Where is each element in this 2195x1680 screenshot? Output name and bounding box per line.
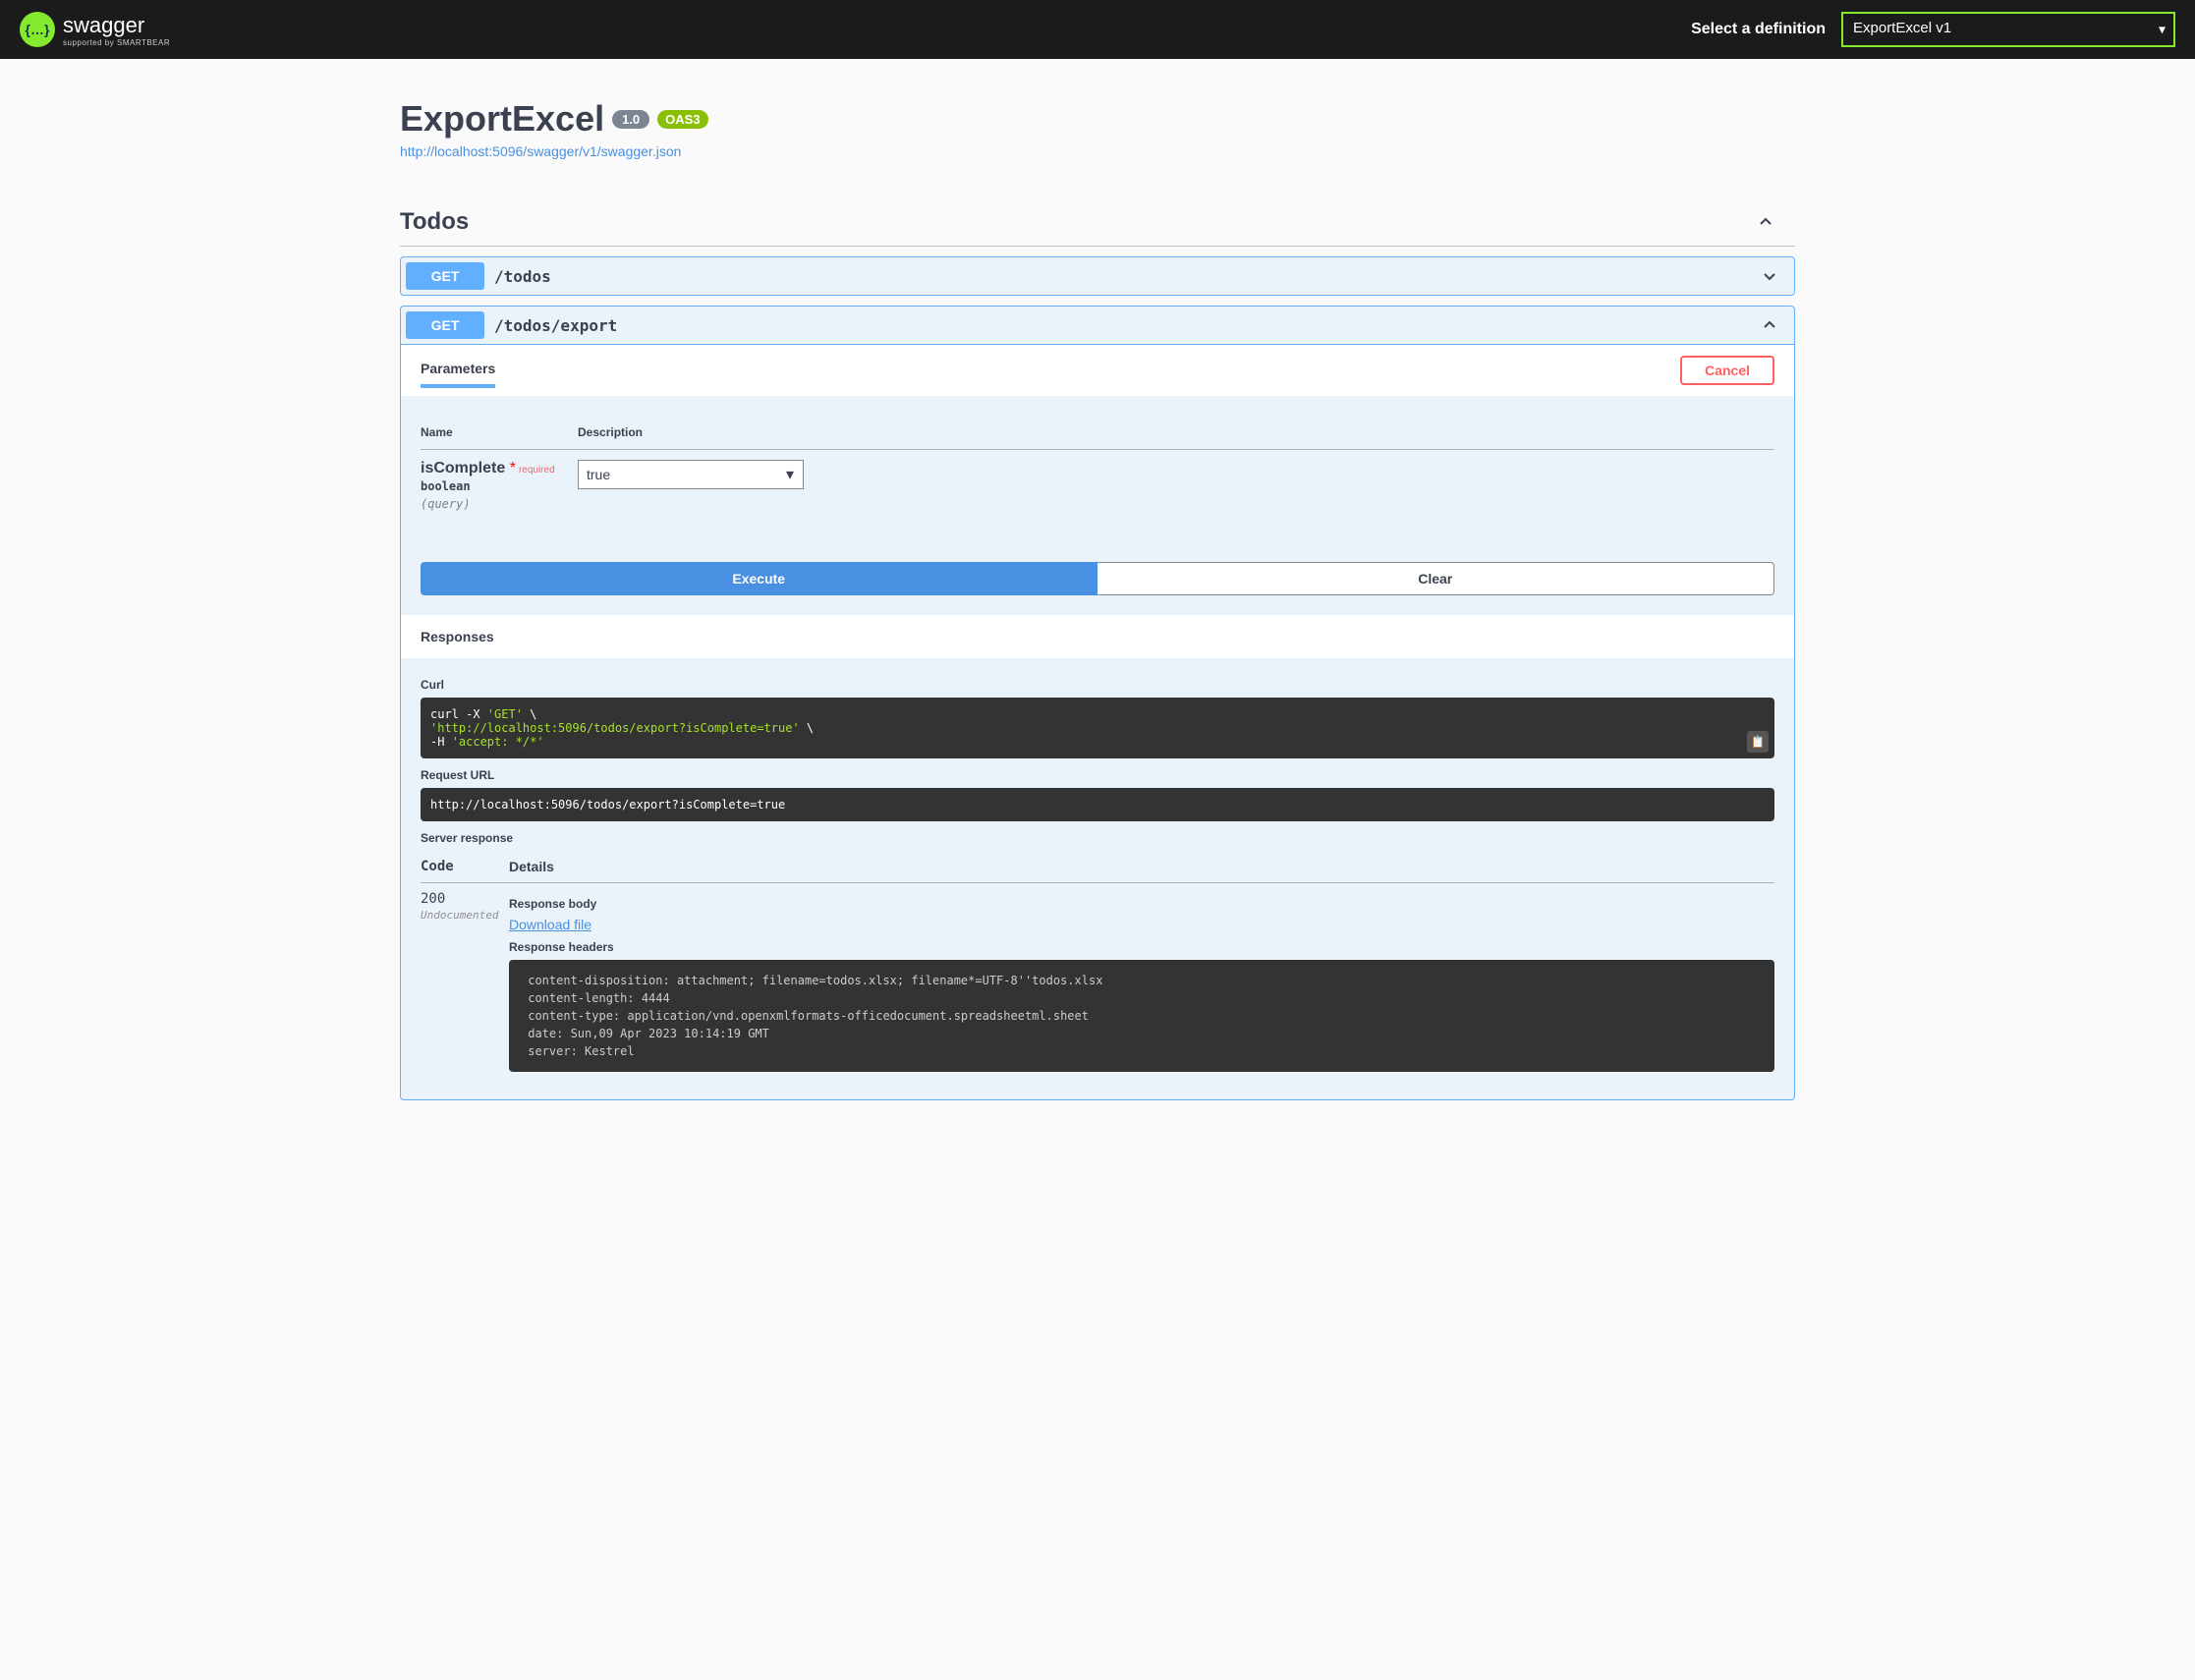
- cancel-button[interactable]: Cancel: [1680, 356, 1774, 385]
- api-title: ExportExcel 1.0 OAS3: [400, 98, 708, 140]
- version-badge: 1.0: [612, 110, 649, 129]
- operation-summary[interactable]: GET /todos/export: [401, 307, 1794, 344]
- clear-button[interactable]: Clear: [1098, 562, 1775, 595]
- chevron-up-icon: [1760, 315, 1779, 335]
- responses-header: Responses: [401, 615, 1794, 658]
- param-name: isComplete: [421, 460, 505, 476]
- param-type: boolean: [421, 479, 471, 493]
- api-title-text: ExportExcel: [400, 98, 604, 140]
- chevron-down-icon: [1760, 266, 1779, 286]
- operation-path: /todos/export: [494, 316, 1760, 335]
- col-code: Code: [421, 851, 509, 883]
- topbar: {…} swagger supported by SMARTBEAR Selec…: [0, 0, 2195, 59]
- required-star: *: [510, 460, 516, 476]
- param-value-select[interactable]: true: [578, 460, 804, 489]
- param-row: isComplete *required boolean (query) tru…: [421, 450, 1774, 524]
- required-label: required: [519, 465, 555, 476]
- response-code: 200: [421, 891, 445, 907]
- method-badge-get: GET: [406, 262, 484, 290]
- undocumented-label: Undocumented: [421, 909, 498, 922]
- responses-label: Responses: [421, 629, 1774, 644]
- chevron-up-icon: [1756, 212, 1775, 232]
- operation-path: /todos: [494, 267, 1760, 286]
- tag-header[interactable]: Todos: [400, 198, 1795, 247]
- request-url-label: Request URL: [421, 768, 1774, 782]
- tag-name: Todos: [400, 208, 1756, 236]
- col-details: Details: [509, 851, 1774, 883]
- operation-summary[interactable]: GET /todos: [401, 257, 1794, 295]
- info-section: ExportExcel 1.0 OAS3 http://localhost:50…: [400, 98, 1795, 159]
- execute-button[interactable]: Execute: [421, 562, 1098, 595]
- logo-subtext: supported by SMARTBEAR: [63, 38, 170, 47]
- parameters-bar: Parameters Cancel: [401, 344, 1794, 396]
- operation-get-todos-export: GET /todos/export Parameters Cancel Name: [400, 306, 1795, 1100]
- col-name: Name: [421, 416, 578, 450]
- response-table: Code Details 200 Undocumented: [421, 851, 1774, 1080]
- swagger-icon: {…}: [20, 12, 55, 47]
- request-url-block: http://localhost:5096/todos/export?isCom…: [421, 788, 1774, 821]
- method-badge-get: GET: [406, 311, 484, 339]
- operation-get-todos: GET /todos: [400, 256, 1795, 296]
- logo: {…} swagger supported by SMARTBEAR: [20, 12, 170, 47]
- response-row: 200 Undocumented Response body Download …: [421, 883, 1774, 1081]
- col-description: Description: [578, 416, 1774, 450]
- oas-badge: OAS3: [657, 110, 707, 129]
- copy-icon[interactable]: 📋: [1747, 731, 1769, 753]
- logo-text: swagger: [63, 13, 170, 38]
- server-response-label: Server response: [421, 831, 1774, 845]
- parameters-tab[interactable]: Parameters: [421, 353, 495, 388]
- response-headers-block: content-disposition: attachment; filenam…: [509, 960, 1774, 1072]
- spec-url-link[interactable]: http://localhost:5096/swagger/v1/swagger…: [400, 143, 1795, 159]
- curl-label: Curl: [421, 678, 1774, 692]
- parameters-table: Name Description isComplete *required bo…: [421, 416, 1774, 523]
- definition-select[interactable]: ExportExcel v1: [1841, 12, 2175, 47]
- param-in: (query): [421, 497, 471, 511]
- definition-label: Select a definition: [1691, 21, 1826, 38]
- response-headers-label: Response headers: [509, 940, 1774, 954]
- download-file-link[interactable]: Download file: [509, 917, 591, 932]
- response-body-label: Response body: [509, 897, 1774, 911]
- curl-block: curl -X 'GET' \ 'http://localhost:5096/t…: [421, 698, 1774, 758]
